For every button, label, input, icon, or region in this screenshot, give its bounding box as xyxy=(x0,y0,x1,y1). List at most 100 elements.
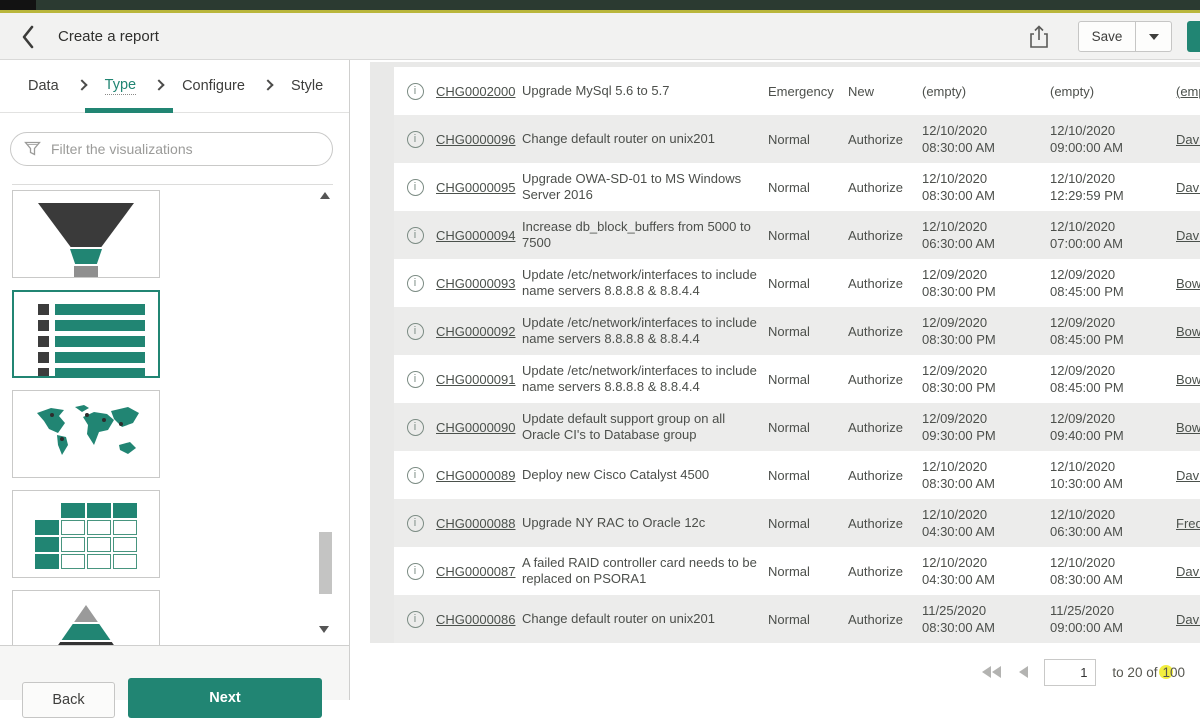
divider xyxy=(12,184,333,185)
viz-thumbnail-list[interactable] xyxy=(12,290,160,378)
info-cell xyxy=(394,67,436,115)
step-configure[interactable]: Configure xyxy=(182,78,245,94)
funnel-chart-icon xyxy=(13,191,159,277)
info-icon[interactable] xyxy=(407,515,424,532)
assigned-to-link[interactable]: David xyxy=(1176,228,1200,243)
state-cell: Authorize xyxy=(848,355,922,403)
state-cell: Authorize xyxy=(848,451,922,499)
priority-cell: Normal xyxy=(768,307,848,355)
row-gutter xyxy=(370,595,394,643)
short-description-cell: Change default router on unix201 xyxy=(522,595,768,643)
clipped-primary-button[interactable] xyxy=(1187,21,1200,52)
previous-page-icon[interactable] xyxy=(1019,666,1028,678)
visualization-scrollbar[interactable] xyxy=(316,186,333,645)
row-gutter xyxy=(370,403,394,451)
change-number-link[interactable]: CHG0002000 xyxy=(436,84,516,99)
change-number-link[interactable]: CHG0000086 xyxy=(436,612,516,627)
chevron-right-icon xyxy=(262,79,273,90)
table-row: CHG0000095 Upgrade OWA-SD-01 to MS Windo… xyxy=(370,163,1200,211)
info-cell xyxy=(394,499,436,547)
assigned-to-link[interactable]: David xyxy=(1176,132,1200,147)
start-date-cell: 12/09/2020 09:30:00 PM xyxy=(922,403,1050,451)
start-date-cell: 12/09/2020 08:30:00 PM xyxy=(922,307,1050,355)
table-row: CHG0000087 A failed RAID controller card… xyxy=(370,547,1200,595)
priority-cell: Normal xyxy=(768,211,848,259)
caret-down-icon xyxy=(1149,34,1159,40)
change-number-link[interactable]: CHG0000090 xyxy=(436,420,516,435)
info-icon[interactable] xyxy=(407,83,424,100)
change-number-link[interactable]: CHG0000087 xyxy=(436,564,516,579)
info-icon[interactable] xyxy=(407,227,424,244)
wizard-breadcrumb: Data Type Configure Style xyxy=(0,60,349,113)
step-type[interactable]: Type xyxy=(105,77,136,95)
first-page-icon[interactable] xyxy=(982,666,1001,678)
info-cell xyxy=(394,163,436,211)
scroll-down-icon[interactable] xyxy=(319,626,329,633)
back-arrow-icon[interactable] xyxy=(20,25,42,49)
save-dropdown-button[interactable] xyxy=(1136,21,1172,52)
row-gutter xyxy=(370,451,394,499)
info-icon[interactable] xyxy=(407,179,424,196)
assigned-to-link[interactable]: (empty) xyxy=(1176,84,1200,99)
scrollbar-thumb[interactable] xyxy=(319,532,332,594)
end-date-cell: 12/10/2020 06:30:00 AM xyxy=(1050,499,1176,547)
priority-cell: Normal xyxy=(768,451,848,499)
info-icon[interactable] xyxy=(407,467,424,484)
page-number-input[interactable] xyxy=(1044,659,1096,686)
short-description-cell: Update /etc/network/interfaces to includ… xyxy=(522,355,768,403)
assigned-to-link[interactable]: Bow xyxy=(1176,372,1200,387)
step-style[interactable]: Style xyxy=(291,78,323,94)
state-cell: Authorize xyxy=(848,403,922,451)
short-description-cell: Increase db_block_buffers from 5000 to 7… xyxy=(522,211,768,259)
viz-thumbnail-map[interactable] xyxy=(12,390,160,478)
row-gutter xyxy=(370,115,394,163)
assigned-to-link[interactable]: David xyxy=(1176,180,1200,195)
info-icon[interactable] xyxy=(407,371,424,388)
change-number-link[interactable]: CHG0000091 xyxy=(436,372,516,387)
short-description-cell: Update /etc/network/interfaces to includ… xyxy=(522,307,768,355)
end-date-cell: 11/25/2020 09:00:00 AM xyxy=(1050,595,1176,643)
assigned-to-link[interactable]: David xyxy=(1176,564,1200,579)
info-icon[interactable] xyxy=(407,611,424,628)
end-date-cell: 12/10/2020 10:30:00 AM xyxy=(1050,451,1176,499)
info-icon[interactable] xyxy=(407,131,424,148)
viz-thumbnail-heatmap[interactable] xyxy=(12,490,160,578)
info-icon[interactable] xyxy=(407,419,424,436)
filter-input[interactable] xyxy=(51,141,332,157)
next-button[interactable]: Next xyxy=(128,678,322,718)
assigned-to-link[interactable]: David xyxy=(1176,612,1200,627)
chevron-right-icon xyxy=(153,79,164,90)
heatmap-grid-icon xyxy=(13,491,159,569)
viz-thumbnail-pyramid[interactable] xyxy=(12,590,160,645)
start-date-cell: 12/09/2020 08:30:00 PM xyxy=(922,259,1050,307)
change-number-link[interactable]: CHG0000094 xyxy=(436,228,516,243)
change-number-link[interactable]: CHG0000093 xyxy=(436,276,516,291)
short-description-cell: Deploy new Cisco Catalyst 4500 xyxy=(522,451,768,499)
info-icon[interactable] xyxy=(407,275,424,292)
scroll-up-icon[interactable] xyxy=(320,192,330,199)
assigned-to-link[interactable]: Bow xyxy=(1176,324,1200,339)
pagination-bar: to 20 of 100 xyxy=(370,655,1185,689)
info-icon[interactable] xyxy=(407,563,424,580)
start-date-cell: 12/10/2020 04:30:00 AM xyxy=(922,547,1050,595)
short-description-cell: Upgrade NY RAC to Oracle 12c xyxy=(522,499,768,547)
step-data[interactable]: Data xyxy=(28,78,59,94)
assigned-to-link[interactable]: David xyxy=(1176,468,1200,483)
change-number-link[interactable]: CHG0000095 xyxy=(436,180,516,195)
row-gutter xyxy=(370,355,394,403)
info-icon[interactable] xyxy=(407,323,424,340)
state-cell: Authorize xyxy=(848,307,922,355)
assigned-to-link[interactable]: Bow xyxy=(1176,420,1200,435)
change-number-link[interactable]: CHG0000089 xyxy=(436,468,516,483)
save-button[interactable]: Save xyxy=(1078,21,1136,52)
info-cell xyxy=(394,259,436,307)
change-number-link[interactable]: CHG0000096 xyxy=(436,132,516,147)
viz-thumbnail-funnel[interactable] xyxy=(12,190,160,278)
share-icon[interactable] xyxy=(1028,24,1052,50)
change-number-link[interactable]: CHG0000092 xyxy=(436,324,516,339)
assigned-to-link[interactable]: Bow xyxy=(1176,276,1200,291)
back-button[interactable]: Back xyxy=(22,682,115,718)
save-button-group: Save xyxy=(1078,21,1172,52)
assigned-to-link[interactable]: Fred xyxy=(1176,516,1200,531)
change-number-link[interactable]: CHG0000088 xyxy=(436,516,516,531)
